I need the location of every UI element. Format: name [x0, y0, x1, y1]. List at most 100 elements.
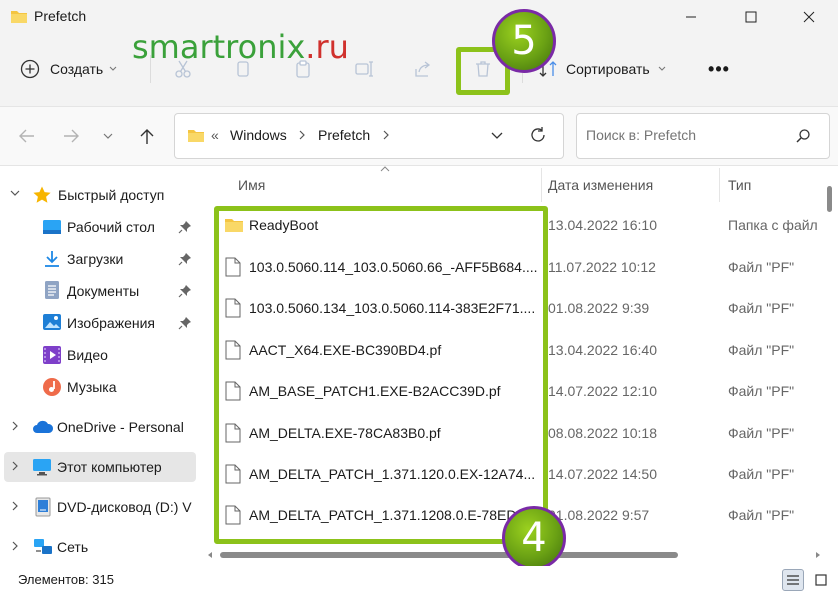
sidebar-item-label: Изображения	[67, 315, 155, 331]
vertical-scrollbar-thumb[interactable]	[827, 186, 832, 212]
address-bar[interactable]: « Windows Prefetch	[174, 113, 564, 159]
close-button[interactable]	[786, 0, 832, 34]
file-type: Файл "PF"	[728, 300, 795, 316]
watermark-part2: ronix	[225, 28, 306, 66]
pin-icon[interactable]	[178, 316, 192, 330]
pin-icon[interactable]	[178, 284, 192, 298]
chevron-right-icon[interactable]	[12, 541, 18, 551]
rename-button[interactable]	[352, 56, 378, 82]
file-date: 01.08.2022 9:57	[548, 507, 650, 523]
scroll-left-icon[interactable]	[206, 551, 214, 559]
column-header-type[interactable]: Тип	[728, 177, 751, 193]
file-type: Файл "PF"	[728, 507, 795, 523]
sidebar-item-label: OneDrive - Personal	[57, 419, 184, 435]
create-button[interactable]: Создать	[20, 54, 117, 84]
sidebar-item-network[interactable]: Сеть	[4, 532, 196, 562]
sidebar-item-label: Рабочий стол	[67, 219, 155, 235]
sort-button[interactable]: Сортировать	[538, 54, 666, 84]
forward-button[interactable]	[58, 123, 84, 149]
sidebar-item-music[interactable]: Музыка	[4, 372, 196, 402]
more-options-button[interactable]: •••	[702, 56, 736, 82]
folder-icon	[10, 9, 28, 24]
file-date: 08.08.2022 10:18	[548, 425, 657, 441]
chevron-right-icon[interactable]	[12, 421, 18, 431]
documents-icon	[44, 280, 60, 300]
breadcrumb-windows[interactable]: Windows	[230, 127, 287, 143]
tiles-view-button[interactable]	[810, 569, 832, 591]
sidebar-item-documents[interactable]: Документы	[4, 276, 196, 306]
command-bar: Создать Сортировать •••	[0, 34, 838, 107]
desktop-icon	[42, 218, 62, 236]
arrow-left-icon	[18, 128, 36, 144]
files-highlight	[214, 206, 548, 544]
sidebar-item-video[interactable]: Видео	[4, 340, 196, 370]
download-icon	[42, 249, 62, 269]
file-type: Файл "PF"	[728, 342, 795, 358]
address-history-chevron-icon[interactable]	[491, 132, 503, 140]
window-title: Prefetch	[34, 8, 87, 24]
column-divider[interactable]	[541, 168, 542, 202]
delete-button[interactable]	[470, 56, 496, 82]
trash-icon	[473, 59, 493, 79]
status-bar: Элементов: 315	[0, 566, 838, 594]
video-icon	[42, 345, 62, 365]
file-type: Папка с файл	[728, 217, 818, 233]
chevron-right-icon	[299, 130, 305, 140]
pin-icon[interactable]	[178, 220, 192, 234]
sidebar-item-quick-access[interactable]: Быстрый доступ	[4, 180, 196, 210]
sidebar-item-label: Сеть	[57, 539, 89, 555]
file-type: Файл "PF"	[728, 259, 795, 275]
pictures-icon	[42, 313, 62, 331]
search-placeholder: Поиск в: Prefetch	[586, 127, 697, 143]
breadcrumb-prefetch[interactable]: Prefetch	[318, 127, 370, 143]
chevron-right-icon	[383, 130, 389, 140]
navigation-pane: Быстрый доступ Рабочий стол Загрузки Док…	[0, 166, 200, 566]
file-date: 01.08.2022 9:39	[548, 300, 650, 316]
search-icon[interactable]	[795, 128, 811, 144]
minimize-button[interactable]	[668, 0, 714, 34]
computer-icon	[32, 458, 52, 476]
horizontal-scrollbar-thumb[interactable]	[220, 552, 678, 558]
sidebar-item-this-pc[interactable]: Этот компьютер	[4, 452, 196, 482]
watermark: smartronix.ru	[132, 28, 349, 66]
chevron-down-icon[interactable]	[10, 190, 20, 196]
sidebar-item-dvd[interactable]: DVD-дисковод (D:) V	[4, 492, 196, 522]
details-view-button[interactable]	[782, 569, 804, 591]
share-button[interactable]	[410, 56, 436, 82]
refresh-icon[interactable]	[529, 126, 547, 144]
sort-label: Сортировать	[566, 61, 650, 77]
sidebar-item-downloads[interactable]: Загрузки	[4, 244, 196, 274]
sidebar-item-label: Этот компьютер	[57, 459, 162, 475]
dvd-icon	[34, 497, 52, 517]
share-icon	[413, 59, 433, 79]
watermark-part1: smart	[132, 28, 226, 66]
create-label: Создать	[50, 61, 104, 77]
file-date: 14.07.2022 14:50	[548, 466, 657, 482]
back-button[interactable]	[14, 123, 40, 149]
arrow-right-icon	[62, 128, 80, 144]
sidebar-item-onedrive[interactable]: OneDrive - Personal	[4, 412, 196, 442]
sidebar-item-pictures[interactable]: Изображения	[4, 308, 196, 338]
maximize-button[interactable]	[728, 0, 774, 34]
column-divider[interactable]	[719, 168, 720, 202]
network-icon	[32, 537, 54, 557]
breadcrumb-overflow[interactable]: «	[211, 127, 219, 143]
sidebar-item-desktop[interactable]: Рабочий стол	[4, 212, 196, 242]
navigation-bar: « Windows Prefetch Поиск в: Prefetch	[0, 107, 838, 166]
column-header-name[interactable]: Имя	[238, 177, 265, 193]
file-type: Файл "PF"	[728, 466, 795, 482]
recent-locations-button[interactable]	[98, 123, 118, 149]
chevron-down-icon	[109, 66, 117, 72]
chevron-right-icon[interactable]	[12, 501, 18, 511]
column-header-date[interactable]: Дата изменения	[548, 177, 653, 193]
file-date: 14.07.2022 12:10	[548, 383, 657, 399]
chevron-right-icon[interactable]	[12, 461, 18, 471]
search-box[interactable]: Поиск в: Prefetch	[576, 113, 830, 159]
file-date: 11.07.2022 10:12	[548, 259, 656, 275]
up-button[interactable]	[134, 123, 160, 149]
pin-icon[interactable]	[178, 252, 192, 266]
arrow-up-icon	[139, 127, 155, 145]
music-icon	[42, 377, 62, 397]
step-5-badge: 5	[492, 9, 556, 73]
scroll-right-icon[interactable]	[814, 551, 822, 559]
